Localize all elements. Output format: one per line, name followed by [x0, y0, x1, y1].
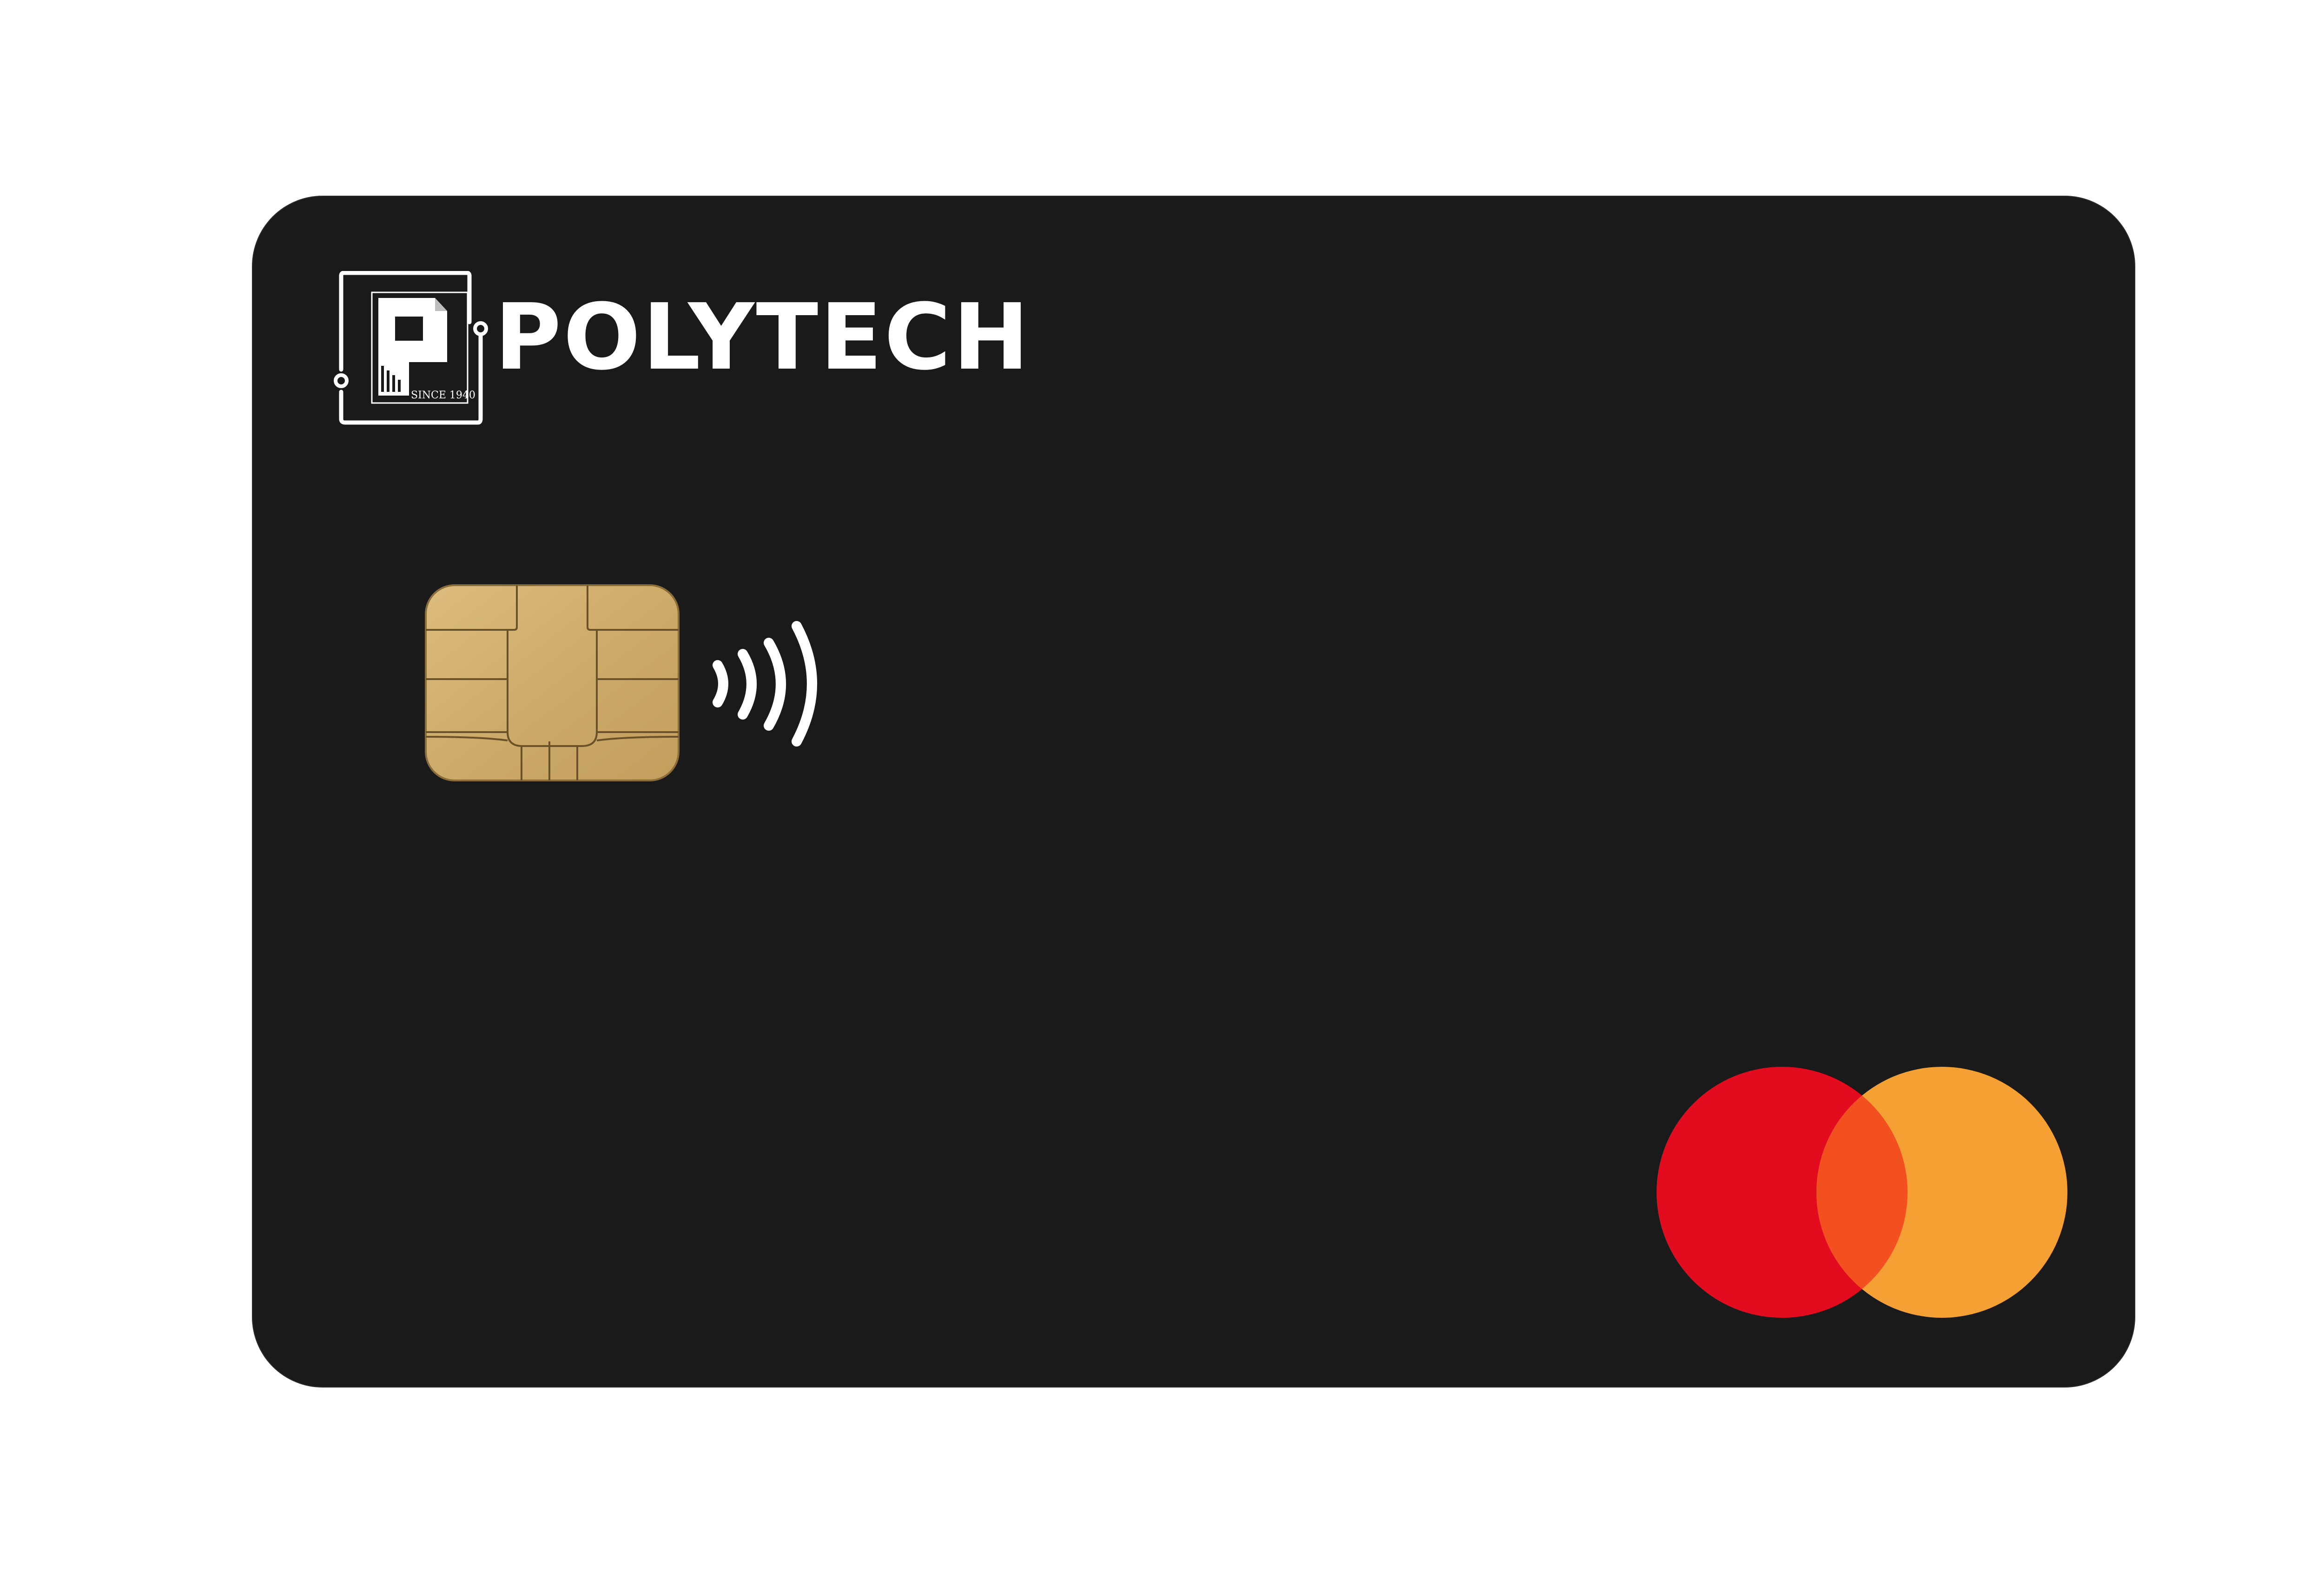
polytech-logo-icon: SINCE 1940: [327, 271, 493, 429]
logo-tagline: SINCE 1940: [411, 390, 475, 401]
emv-chip-icon: [424, 583, 680, 782]
mastercard-logo-icon: [1653, 1062, 2071, 1322]
payment-card: SINCE 1940 POLYTECH: [253, 197, 2134, 1387]
brand-name: POLYTECH: [495, 284, 1031, 390]
contactless-icon: [708, 606, 843, 759]
canvas: SINCE 1940 POLYTECH: [0, 0, 2324, 1586]
